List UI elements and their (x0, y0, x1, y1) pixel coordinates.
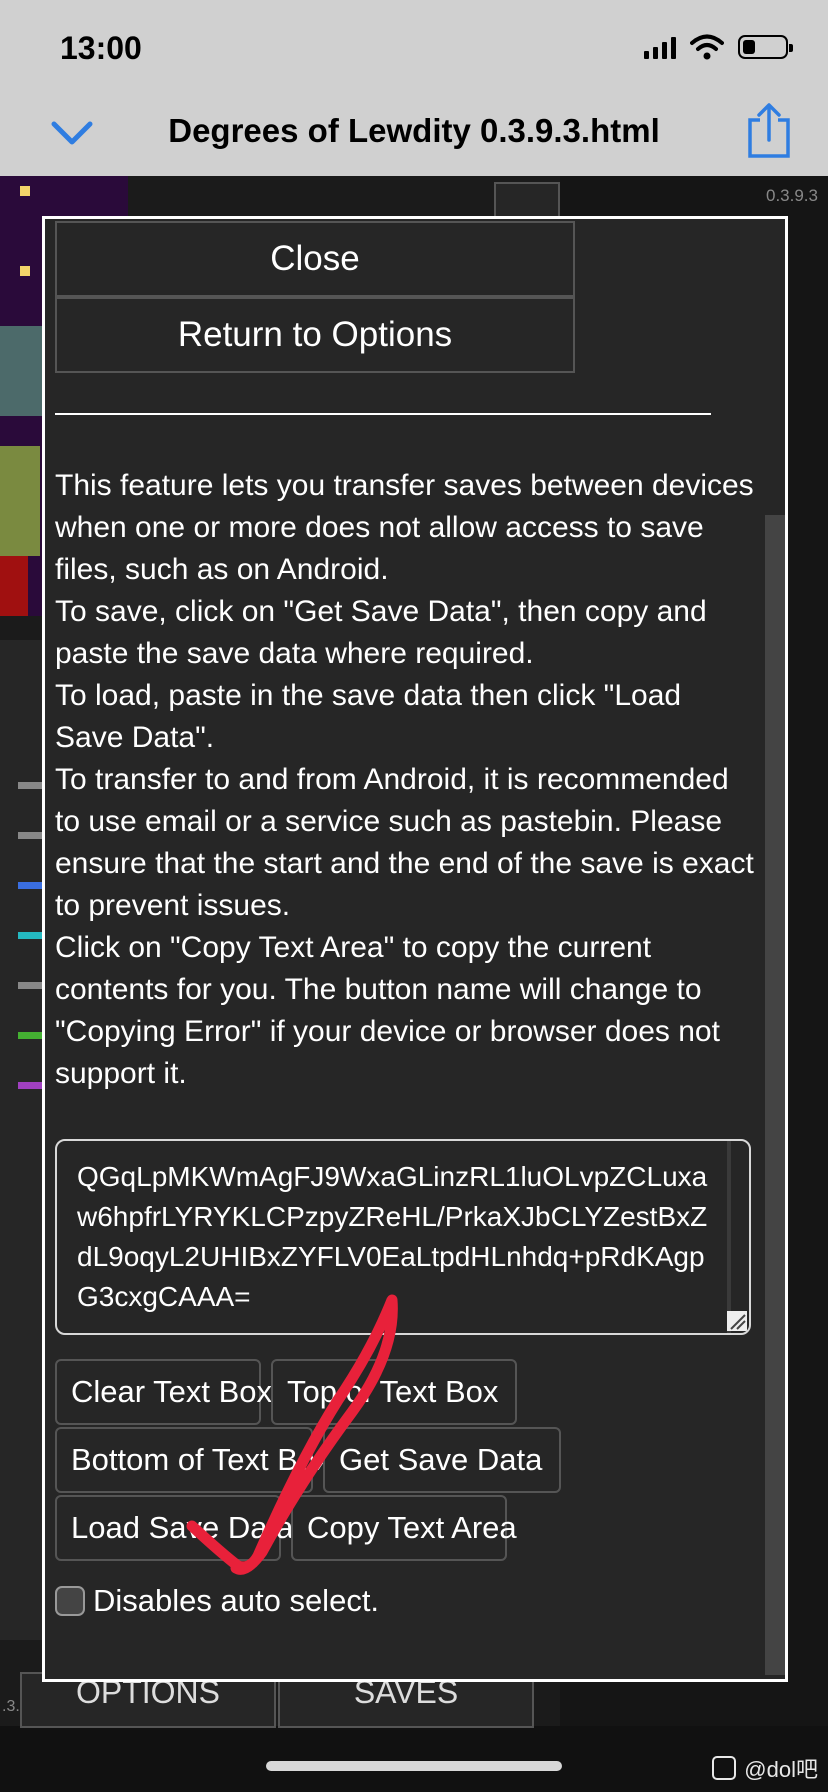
auto-select-label: Disables auto select. (93, 1583, 380, 1618)
instruction-line: Click on "Copy Text Area" to copy the cu… (55, 931, 720, 1090)
watermark: @dol吧 (712, 1752, 818, 1784)
resize-handle-icon[interactable] (727, 1311, 747, 1331)
instruction-line: This feature lets you transfer saves bet… (55, 469, 754, 586)
instructions-text: This feature lets you transfer saves bet… (55, 465, 755, 1095)
status-bar: 13:00 (0, 0, 828, 96)
wifi-icon (690, 34, 724, 60)
save-data-value: QGqLpMKWmAgFJ9WxaGLinzRL1luOLvpZCLuxaw6h… (77, 1161, 708, 1312)
return-to-options-button[interactable]: Return to Options (55, 297, 575, 373)
document-title: Degrees of Lewdity 0.3.9.3.html (168, 112, 660, 149)
home-indicator (266, 1761, 562, 1771)
textarea-scrollbar[interactable] (727, 1141, 731, 1333)
cellular-signal-icon (644, 35, 676, 59)
get-save-data-button[interactable]: Get Save Data (323, 1427, 561, 1493)
instruction-line: To save, click on "Get Save Data", then … (55, 595, 707, 670)
dialog-scrollbar[interactable] (765, 515, 785, 1675)
clear-text-box-button[interactable]: Clear Text Box (55, 1359, 272, 1425)
game-stats-sidebar (0, 640, 44, 1640)
save-transfer-dialog: Close Return to Options This feature let… (42, 216, 788, 1682)
bottom-of-text-box-button[interactable]: Bottom of Text Box (55, 1427, 331, 1493)
status-time: 13:00 (60, 30, 142, 66)
tieba-logo-icon (712, 1756, 737, 1780)
close-button[interactable]: Close (55, 221, 575, 297)
share-icon[interactable] (746, 102, 792, 160)
watermark-text: @dol吧 (744, 1757, 818, 1782)
instruction-line: To load, paste in the save data then cli… (55, 679, 682, 754)
divider (55, 413, 711, 415)
copy-text-area-button[interactable]: Copy Text Area (291, 1495, 517, 1561)
save-data-textarea[interactable]: QGqLpMKWmAgFJ9WxaGLinzRL1luOLvpZCLuxaw6h… (55, 1139, 751, 1335)
top-of-text-box-button[interactable]: Top of Text Box (271, 1359, 517, 1425)
version-label: 0.3.9.3 (766, 186, 818, 205)
browser-nav-bar: Degrees of Lewdity 0.3.9.3.html (0, 96, 828, 176)
instruction-line: To transfer to and from Android, it is r… (55, 763, 754, 922)
battery-icon (738, 35, 793, 59)
auto-select-row: Disables auto select. (55, 1583, 379, 1619)
load-save-data-button[interactable]: Load Save Data (55, 1495, 293, 1561)
auto-select-checkbox[interactable] (55, 1586, 85, 1616)
status-icons (644, 34, 793, 60)
